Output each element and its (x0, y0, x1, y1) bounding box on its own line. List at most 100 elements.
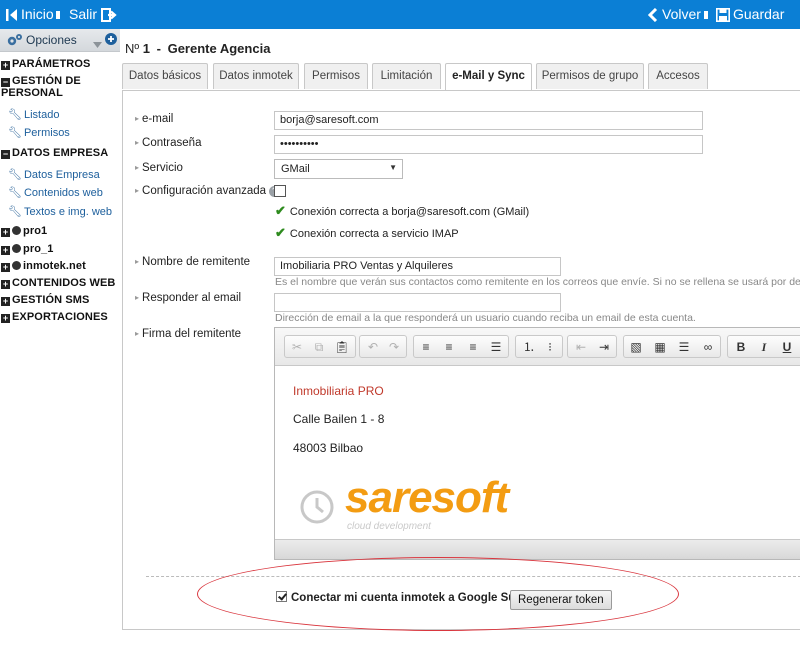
signature-line-city: 48003 Bilbao (293, 441, 364, 455)
bullet-list-icon[interactable]: ⁝ (541, 339, 559, 355)
wrench-icon: 🔧︎ (8, 169, 22, 181)
tab-email-sync[interactable]: e-Mail y Sync (445, 63, 532, 91)
item-label: Contenidos web (23, 187, 103, 199)
redo-icon[interactable]: ↷ (385, 339, 403, 355)
copy-icon[interactable]: ⧉ (310, 339, 328, 355)
home-button[interactable]: Inicio (6, 0, 54, 29)
tab-permisos-grupo[interactable]: Permisos de grupo (536, 63, 644, 89)
sidebar-item-textos-img[interactable]: 🔧︎ Textos e img. web (8, 205, 112, 218)
password-field[interactable]: •••••••••• (274, 135, 703, 154)
italic-icon[interactable]: I (755, 339, 773, 355)
sender-name-field[interactable]: Imobiliaria PRO Ventas y Alquileres (274, 257, 561, 276)
signature-line-company: Inmobiliaria PRO (293, 384, 384, 398)
section-label: inmotek.net (23, 260, 86, 272)
undo-icon[interactable]: ↶ (364, 339, 382, 355)
sidebar-item-permisos[interactable]: 🔧︎ Permisos (8, 126, 70, 139)
save-button[interactable]: Guardar (716, 0, 784, 29)
sidebar-section-inmotek[interactable]: + inmotek.net (1, 260, 86, 272)
tab-datos-basicos[interactable]: Datos básicos (122, 63, 208, 89)
editor-statusbar (275, 539, 800, 559)
back-button[interactable]: Volver (648, 0, 701, 29)
sidebar-item-datos-empresa[interactable]: 🔧︎ Datos Empresa (8, 168, 100, 181)
bold-icon[interactable]: B (732, 339, 750, 355)
options-label: Opciones (26, 33, 77, 47)
sidebar-item-contenidos-web[interactable]: 🔧︎ Contenidos web (8, 186, 103, 199)
options-bar[interactable]: Opciones (0, 29, 120, 52)
status-email-ok: ✔ Conexión correcta a borja@saresoft.com … (275, 203, 529, 219)
align-justify-icon[interactable]: ☰ (487, 339, 505, 355)
reply-to-label: ▸ Responder al email (135, 292, 242, 304)
link-icon[interactable]: ∞ (699, 339, 717, 355)
caret-down-icon[interactable] (93, 37, 102, 51)
gears-icon (6, 33, 23, 50)
align-left-icon[interactable]: ≡ (417, 339, 435, 355)
advanced-checkbox[interactable] (274, 185, 286, 197)
globe-icon (12, 261, 21, 270)
logo-tagline: cloud development (347, 521, 431, 532)
numbered-list-icon[interactable]: ⒈ (520, 339, 538, 355)
sidebar-section-gestion-sms[interactable]: + GESTIÓN SMS (1, 294, 90, 306)
check-icon: ✔ (275, 225, 286, 240)
sidebar-section-pro_1[interactable]: + pro_1 (1, 243, 53, 255)
status-text: Conexión correcta a servicio IMAP (289, 228, 459, 240)
section-label: pro1 (23, 225, 48, 237)
align-group: ≡ ≡ ≡ ☰ (413, 335, 509, 358)
expand-icon: + (1, 296, 10, 306)
service-label: ▸ Servicio (135, 162, 183, 174)
signature-label: ▸ Firma del remitente (135, 328, 242, 340)
underline-icon[interactable]: U (778, 339, 796, 355)
tab-limitacion[interactable]: Limitación (372, 63, 441, 89)
sidebar: Opciones + PARÁMETROS − GESTIÓN DE PERSONA… (0, 29, 120, 670)
section-label: CONTENIDOS WEB (12, 277, 116, 289)
signature-editor[interactable]: ✂ ⧉ 📋︎ ↶ ↷ ≡ ≡ ≡ ☰ ⒈ ⁝ ⇤ ⇥ ▧ ▦ ☰ ∞ B I U… (274, 327, 800, 560)
item-label: Textos e img. web (23, 206, 113, 218)
save-label: Guardar (733, 6, 785, 22)
email-field[interactable]: borja@saresoft.com (274, 111, 703, 130)
sidebar-section-personal[interactable]: − GESTIÓN DE PERSONAL (1, 75, 81, 99)
align-center-icon[interactable]: ≡ (440, 339, 458, 355)
expand-icon: + (1, 60, 10, 70)
service-select[interactable]: GMail ▼ (274, 159, 403, 179)
tab-datos-inmotek[interactable]: Datos inmotek (213, 63, 299, 89)
sidebar-section-exportaciones[interactable]: + EXPORTACIONES (1, 311, 108, 323)
password-label: ▸ Contraseña (135, 137, 202, 149)
logout-icon (101, 7, 117, 22)
item-label: Datos Empresa (23, 169, 100, 181)
sidebar-section-contenidos-web[interactable]: + CONTENIDOS WEB (1, 277, 115, 289)
top-bar: Inicio Salir Volver Guardar (0, 0, 800, 29)
logout-button[interactable]: Salir (69, 0, 117, 29)
sender-name-help: Es el nombre que verán sus contactos com… (275, 276, 800, 288)
dropdown-arrow-icon: ▼ (389, 163, 397, 172)
sidebar-section-pro1[interactable]: + pro1 (1, 225, 47, 237)
collapse-icon: − (1, 77, 10, 87)
tab-accesos[interactable]: Accesos (648, 63, 708, 89)
indent-group: ⇤ ⇥ (567, 335, 617, 358)
add-circle-icon[interactable] (105, 33, 117, 48)
indent-icon[interactable]: ⇥ (595, 339, 613, 355)
outdent-icon[interactable]: ⇤ (572, 339, 590, 355)
section-label: pro_1 (23, 243, 54, 255)
title-separator: - (156, 41, 161, 56)
horizontal-rule-icon[interactable]: ☰ (675, 339, 693, 355)
highlight-ellipse (197, 557, 679, 631)
separator (56, 11, 60, 19)
cut-icon[interactable]: ✂ (288, 339, 306, 355)
section-label: GESTIÓN SMS (12, 294, 90, 306)
record-title: Gerente Agencia (167, 41, 271, 56)
paste-icon[interactable]: 📋︎ (333, 339, 351, 355)
section-label: DATOS EMPRESA (12, 147, 109, 159)
separator (704, 11, 708, 19)
align-right-icon[interactable]: ≡ (464, 339, 482, 355)
image-icon[interactable]: ▧ (627, 339, 645, 355)
sidebar-section-datos-empresa[interactable]: − DATOS EMPRESA (1, 147, 108, 159)
email-label: ▸ e-mail (135, 113, 174, 125)
home-label: Inicio (21, 6, 54, 22)
reply-to-field[interactable] (274, 293, 561, 312)
sidebar-item-listado[interactable]: 🔧︎ Listado (8, 108, 59, 121)
reply-to-help: Dirección de email a la que responderá u… (275, 312, 696, 324)
table-icon[interactable]: ▦ (651, 339, 669, 355)
back-label: Volver (662, 6, 701, 22)
status-text: Conexión correcta a borja@saresoft.com (… (289, 206, 530, 218)
tab-permisos[interactable]: Permisos (304, 63, 368, 89)
sidebar-section-parametros[interactable]: + PARÁMETROS (1, 58, 90, 70)
